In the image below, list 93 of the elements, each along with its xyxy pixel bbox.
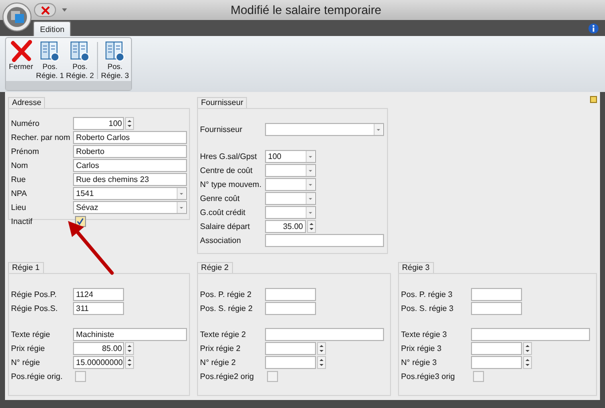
field-label: Texte régie: [11, 330, 52, 339]
book-icon: [39, 40, 61, 62]
field-label: Rue: [11, 175, 27, 184]
field-label: Fournisseur: [200, 125, 244, 134]
input-field[interactable]: Rue des chemins 23: [73, 173, 187, 186]
close-button[interactable]: [34, 3, 56, 17]
field-label: Prénom: [11, 147, 40, 156]
field-label: Centre de coût: [200, 166, 254, 175]
spin-buttons[interactable]: [125, 117, 134, 130]
field-label: N° régie 3: [401, 358, 438, 367]
field-label: Salaire départ: [200, 222, 251, 231]
field-label: Texte régie 2: [200, 330, 247, 339]
spin-buttons[interactable]: [317, 356, 326, 369]
field-label: Genre coût: [200, 194, 241, 203]
field-label: Nom: [11, 161, 29, 170]
dropdown-field[interactable]: [265, 206, 316, 219]
spin-buttons[interactable]: [523, 342, 532, 355]
field-label: Régie Pos.S.: [11, 304, 59, 313]
checkbox[interactable]: [473, 371, 484, 382]
info-icon[interactable]: [588, 22, 599, 34]
dropdown-field[interactable]: Sévaz: [73, 201, 187, 214]
close-icon: [10, 40, 32, 62]
corner-icon[interactable]: [590, 96, 597, 103]
input-field[interactable]: Carlos: [73, 159, 187, 172]
field-label: Association: [200, 236, 242, 245]
dropdown-field[interactable]: [265, 178, 316, 191]
number-field[interactable]: 15.00000000: [73, 356, 124, 369]
input-field[interactable]: 1124: [73, 288, 124, 301]
field-label: Prix régie 2: [200, 344, 242, 353]
book-icon: [104, 40, 126, 62]
caret-icon[interactable]: [62, 8, 67, 12]
field-label: Pos. P. régie 2: [200, 290, 252, 299]
close-icon: [40, 6, 50, 14]
input-field[interactable]: [471, 288, 522, 301]
field-label: Pos. S. régie 3: [401, 304, 455, 313]
window-title: Modifié le salaire temporaire: [230, 3, 382, 17]
spin-buttons[interactable]: [523, 356, 532, 369]
input-field[interactable]: 311: [73, 302, 124, 315]
field-label: Lieu: [11, 203, 28, 212]
checkbox[interactable]: [75, 371, 86, 382]
input-field[interactable]: [471, 302, 522, 315]
field-label: Pos.régie orig.: [11, 372, 64, 381]
number-field[interactable]: 35.00: [265, 220, 306, 233]
number-field[interactable]: 100: [73, 117, 124, 130]
dropdown-field[interactable]: 100: [265, 150, 316, 163]
field-label: Pos.régie2 orig: [200, 372, 255, 381]
field-label: N° régie 2: [200, 358, 237, 367]
dropdown-field[interactable]: [265, 192, 316, 205]
book-icon: [69, 40, 91, 62]
input-field[interactable]: [265, 288, 316, 301]
spin-buttons[interactable]: [125, 342, 134, 355]
group-title: Régie 2: [197, 262, 233, 273]
field-label: Pos. S. régie 2: [200, 304, 254, 313]
spin-buttons[interactable]: [317, 342, 326, 355]
field-label: N° type mouvem.: [200, 180, 262, 189]
field-label: Numéro: [11, 119, 40, 128]
group-title: Fournisseur: [197, 97, 248, 108]
checkbox[interactable]: [267, 371, 278, 382]
number-field[interactable]: [265, 342, 316, 355]
field-label: Texte régie 3: [401, 330, 448, 339]
field-label: Pos. P. régie 3: [401, 290, 454, 299]
field-label: Prix régie 3: [401, 344, 442, 353]
field-label: Pos.régie3 orig: [401, 372, 456, 381]
group-title: Adresse: [8, 97, 46, 108]
input-field[interactable]: [265, 234, 384, 247]
number-field[interactable]: [471, 356, 522, 369]
input-field[interactable]: Roberto Carlos: [73, 131, 187, 144]
arrow: [66, 220, 116, 276]
field-label: Hres G.sal/Gpst: [200, 152, 258, 161]
dropdown-field[interactable]: [265, 164, 316, 177]
checkmark-icon: [76, 217, 85, 226]
spin-buttons[interactable]: [125, 356, 134, 369]
input-field[interactable]: [265, 302, 316, 315]
field-label: Prix régie: [11, 344, 46, 353]
dropdown-field[interactable]: [265, 123, 384, 136]
field-label: Recher. par nom: [11, 133, 72, 142]
field-label: NPA: [11, 189, 28, 198]
number-field[interactable]: 85.00: [73, 342, 124, 355]
input-field[interactable]: Machiniste: [73, 328, 187, 341]
spin-buttons[interactable]: [307, 220, 316, 233]
field-label: G.coût crédit: [200, 208, 246, 217]
dropdown-field[interactable]: 1541: [73, 187, 187, 200]
number-field[interactable]: [265, 356, 316, 369]
field-label: Régie Pos.P.: [11, 290, 58, 299]
input-field[interactable]: Roberto: [73, 145, 187, 158]
field-label: N° régie: [11, 358, 41, 367]
field-label: Inactif: [11, 217, 34, 226]
input-field[interactable]: [471, 328, 590, 341]
number-field[interactable]: [471, 342, 522, 355]
group-title: Régie 3: [398, 262, 434, 273]
tab[interactable]: Edition: [33, 21, 72, 36]
group-title: Régie 1: [8, 262, 44, 273]
input-field[interactable]: [265, 328, 384, 341]
